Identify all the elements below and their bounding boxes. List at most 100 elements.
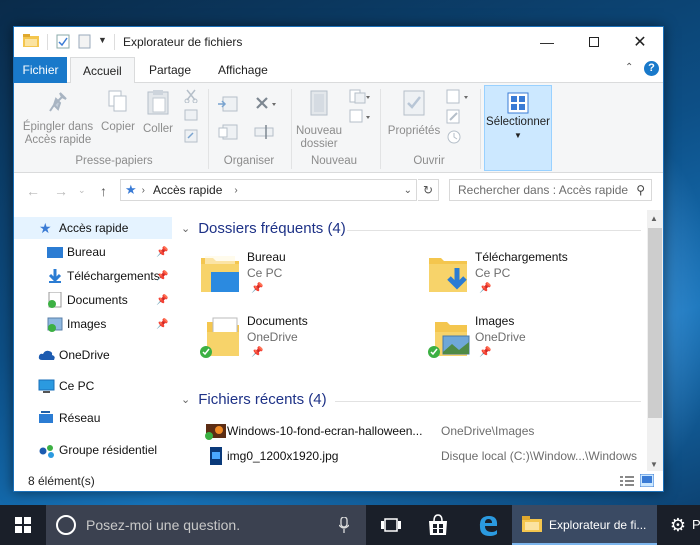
cut-icon[interactable] [184,89,198,103]
folder-tile-telechargements[interactable]: Téléchargements Ce PC 📌 [427,250,647,308]
pin-icon: 📌 [156,294,169,306]
nav-item-telechargements[interactable]: Téléchargements 📌 [14,265,172,287]
file-location: Disque local (C:)\Window...\Windows [441,449,638,463]
microphone-icon[interactable] [339,517,349,533]
nav-item-documents[interactable]: Documents 📌 [14,289,172,311]
nav-item-bureau[interactable]: Bureau 📌 [14,241,172,263]
pin-icon: 📌 [479,283,492,294]
task-view-button[interactable] [378,505,404,545]
edit-icon[interactable] [446,109,462,125]
copy-button[interactable]: Copier [98,89,138,134]
frequent-folders-header[interactable]: ⌄ Dossiers fréquents (4) [181,220,346,237]
rename-icon[interactable] [254,123,276,141]
back-arrow-icon[interactable]: ← [26,183,40,199]
delete-icon[interactable] [254,95,278,113]
search-placeholder: Rechercher dans : Accès rapide [458,183,629,197]
recent-file-row[interactable]: img0_1200x1920.jpg Disque local (C:)\Win… [191,445,643,467]
search-input[interactable]: Rechercher dans : Accès rapide ⚲ [449,179,652,201]
nav-item-ce-pc[interactable]: Ce PC [14,375,172,397]
group-label-open: Ouvrir [413,155,445,167]
nav-label: Bureau [67,245,106,259]
vertical-scrollbar[interactable]: ▲ ▼ [647,210,663,472]
scroll-down-icon[interactable]: ▼ [650,460,658,469]
window-title: Explorateur de fichiers [123,35,243,49]
scroll-thumb[interactable] [648,228,662,418]
select-button[interactable]: Sélectionner ▼ [484,85,552,171]
nav-item-groupe-residentiel[interactable]: Groupe résidentiel [14,439,172,461]
easy-access-icon[interactable] [349,109,371,125]
close-icon: ✕ [633,34,647,51]
nav-label: Accès rapide [59,221,129,235]
new-folder-label-line1: Nouveau [295,125,343,137]
section-title: Dossiers fréquents (4) [198,220,346,237]
edge-button[interactable] [474,505,502,545]
nav-label: Téléchargements [67,269,160,283]
folder-tile-bureau[interactable]: Bureau Ce PC 📌 [199,250,419,308]
move-to-icon[interactable] [217,95,239,113]
tab-fichier[interactable]: Fichier [14,57,67,83]
download-icon [48,269,62,283]
large-icons-view-icon[interactable] [640,474,654,487]
paste-button[interactable]: Coller [140,89,176,136]
paste-shortcut-icon[interactable] [184,129,198,143]
nav-item-images[interactable]: Images 📌 [14,313,172,335]
copy-path-icon[interactable] [184,109,198,121]
new-folder-quick-icon[interactable] [78,34,91,49]
pin-quick-access-button[interactable]: Épingler dans Accès rapide [20,89,96,147]
explorer-body: ★ Accès rapide Bureau 📌 Téléchargements … [14,210,663,472]
images-folder-icon [428,322,470,358]
folder-tile-images[interactable]: Images OneDrive 📌 [427,314,647,372]
new-item-icon[interactable] [349,89,371,105]
chevron-down-icon[interactable]: ⌄ [181,393,190,406]
folder-name: Documents [247,314,308,328]
select-dropdown-icon: ▼ [514,131,522,140]
collapse-ribbon-icon[interactable]: ⌃ [625,62,633,73]
recent-file-row[interactable]: Windows-10-fond-ecran-halloween... OneDr… [191,420,643,442]
address-path[interactable]: Accès rapide [153,183,222,197]
open-icon[interactable] [446,89,470,105]
breadcrumb-chevron-icon[interactable]: › [142,185,145,196]
nav-item-onedrive[interactable]: OneDrive [14,344,172,366]
nav-label: Images [67,317,107,331]
details-view-icon[interactable] [620,475,634,487]
recent-files-header[interactable]: ⌄ Fichiers récents (4) [181,391,327,408]
breadcrumb-chevron-icon[interactable]: › [234,185,237,196]
address-dropdown-icon[interactable]: ⌄ [404,185,412,196]
recent-locations-icon[interactable]: ⌄ [78,185,86,196]
tab-accueil[interactable]: Accueil [70,57,135,84]
copy-to-icon[interactable] [217,123,239,141]
item-count: 8 élément(s) [28,474,95,488]
cortana-search-box[interactable]: Posez-moi une question. [46,505,366,545]
nav-item-quick-access[interactable]: ★ Accès rapide [14,217,172,239]
ribbon-accueil: Épingler dans Accès rapide Copier Coller… [14,83,663,173]
address-bar[interactable]: ★ › Accès rapide › ⌄ [120,179,417,201]
start-button[interactable] [0,505,46,545]
nav-item-reseau[interactable]: Réseau [14,407,172,429]
chevron-down-icon[interactable]: ⌄ [181,222,190,235]
nav-label: OneDrive [59,348,110,362]
customize-quick-access-icon[interactable]: ▼ [98,35,107,45]
gear-icon: ⚙ [669,514,687,535]
help-icon[interactable]: ? [644,61,659,76]
folder-tile-documents[interactable]: Documents OneDrive 📌 [199,314,419,372]
new-folder-button[interactable]: Nouveau dossier [292,89,346,151]
refresh-button[interactable]: ↻ [418,179,439,201]
tab-affichage[interactable]: Affichage [206,57,280,83]
taskbar-file-explorer[interactable]: Explorateur de fi... [512,505,657,545]
settings-button[interactable]: ⚙ [668,505,688,545]
properties-button[interactable]: Propriétés [384,89,444,138]
scroll-up-icon[interactable]: ▲ [650,214,658,223]
tab-partage[interactable]: Partage [137,57,203,83]
forward-arrow-icon[interactable]: → [54,183,68,199]
folder-app-icon [522,516,542,532]
maximize-button[interactable] [571,27,617,57]
up-arrow-icon[interactable]: ↑ [100,183,107,199]
minimize-button[interactable]: — [524,27,570,57]
store-button[interactable] [424,505,452,545]
folder-app-icon [23,34,39,47]
properties-quick-icon[interactable] [56,34,70,49]
title-bar[interactable]: ▼ Explorateur de fichiers — ✕ [14,27,663,57]
history-icon[interactable] [446,129,462,145]
file-explorer-window[interactable]: ▼ Explorateur de fichiers — ✕ Fichier Ac… [13,26,664,492]
close-button[interactable]: ✕ [617,27,663,57]
